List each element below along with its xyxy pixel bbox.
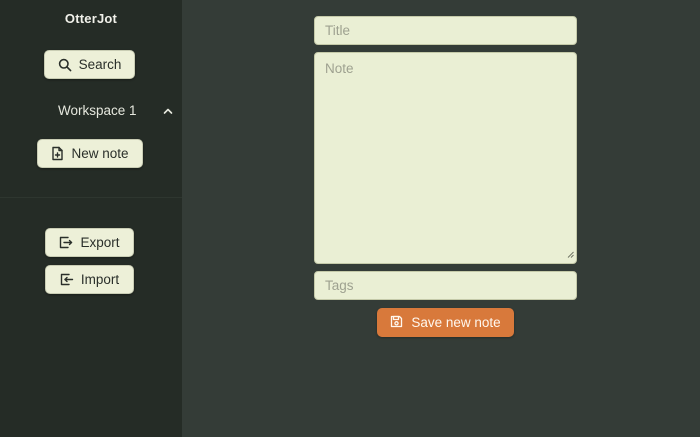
resize-grip-icon[interactable] bbox=[567, 246, 574, 261]
save-icon bbox=[390, 315, 403, 331]
tags-input[interactable]: Tags bbox=[314, 271, 577, 300]
save-note-button-label: Save new note bbox=[411, 315, 501, 330]
note-placeholder: Note bbox=[325, 61, 354, 76]
title-input[interactable]: Title bbox=[314, 16, 577, 45]
workspace-label: Workspace 1 bbox=[58, 102, 137, 118]
title-placeholder: Title bbox=[325, 23, 351, 38]
save-note-button[interactable]: Save new note bbox=[377, 308, 514, 337]
export-button-label: Export bbox=[80, 235, 120, 250]
sidebar-divider bbox=[0, 197, 182, 198]
import-button[interactable]: Import bbox=[45, 265, 134, 294]
export-button[interactable]: Export bbox=[45, 228, 134, 257]
search-icon bbox=[58, 58, 72, 72]
search-button[interactable]: Search bbox=[44, 50, 135, 79]
search-button-label: Search bbox=[78, 57, 122, 72]
workspace-toggle[interactable]: Workspace 1 bbox=[58, 101, 173, 119]
import-button-label: Import bbox=[80, 272, 120, 287]
chevron-up-icon bbox=[163, 103, 173, 118]
tags-placeholder: Tags bbox=[325, 278, 354, 293]
import-icon bbox=[60, 273, 74, 286]
new-note-button-label: New note bbox=[71, 146, 129, 161]
sidebar: OtterJot Search Workspace 1 New note Exp… bbox=[0, 0, 182, 437]
file-plus-icon bbox=[51, 146, 64, 161]
note-textarea[interactable]: Note bbox=[314, 52, 577, 264]
export-icon bbox=[59, 236, 73, 249]
app-title: OtterJot bbox=[64, 11, 118, 26]
new-note-button[interactable]: New note bbox=[37, 139, 143, 168]
